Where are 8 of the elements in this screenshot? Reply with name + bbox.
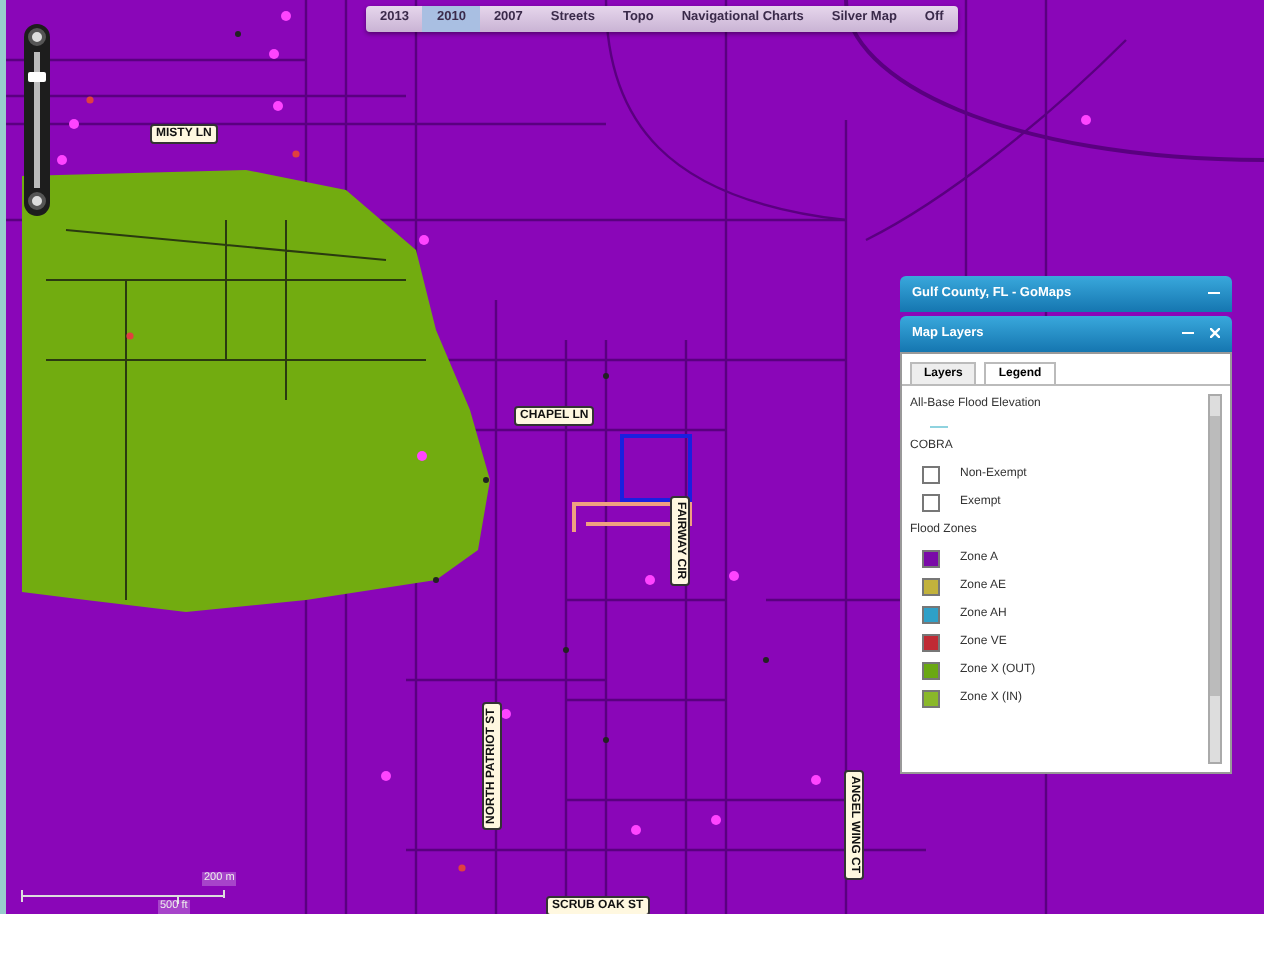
- slider-thumb[interactable]: [28, 72, 46, 83]
- minimize-icon[interactable]: [1182, 332, 1194, 335]
- close-icon[interactable]: [1210, 328, 1220, 339]
- zoom-slider[interactable]: [24, 24, 50, 216]
- scrollbar[interactable]: [1208, 393, 1222, 764]
- zoom-out-button[interactable]: [28, 192, 46, 210]
- zoom-in-button[interactable]: [28, 28, 46, 46]
- minimize-icon[interactable]: [1208, 292, 1220, 295]
